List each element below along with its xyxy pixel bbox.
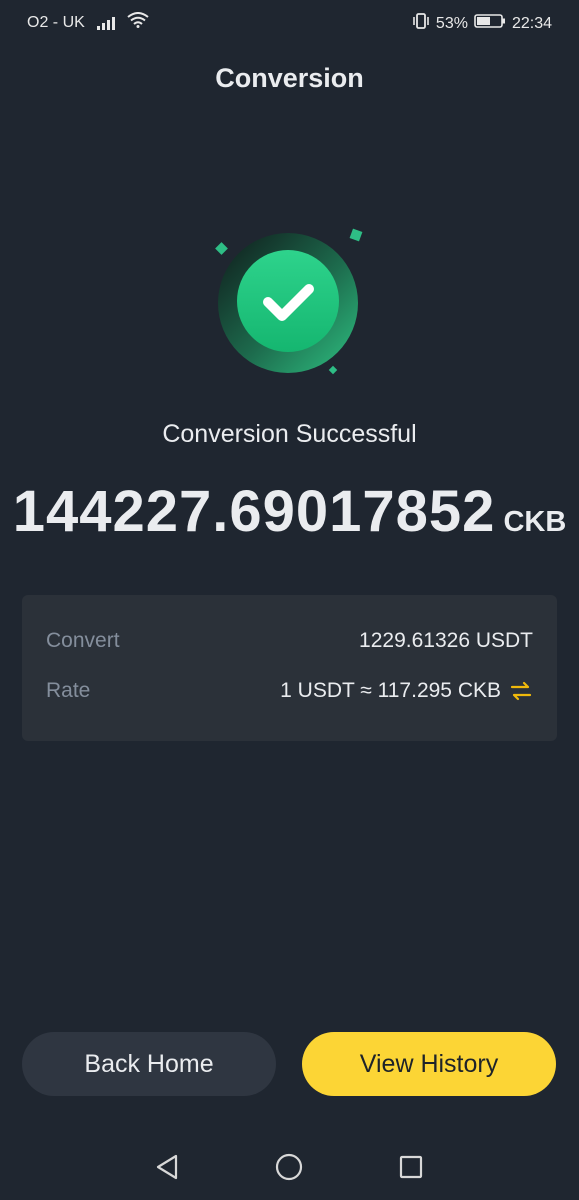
- rate-value: 1 USDT ≈ 117.295 CKB: [280, 679, 501, 702]
- converted-amount: 144227.69017852 CKB: [0, 478, 579, 545]
- vibrate-icon: [412, 12, 430, 35]
- back-home-button[interactable]: Back Home: [22, 1032, 276, 1096]
- convert-value: 1229.61326 USDT: [359, 629, 533, 652]
- clock: 22:34: [511, 14, 552, 32]
- swap-arrows-icon[interactable]: [509, 679, 533, 703]
- success-message: Conversion Successful: [162, 420, 417, 448]
- battery-icon: [474, 13, 506, 34]
- rate-row: Rate 1 USDT ≈ 117.295 CKB: [46, 679, 533, 703]
- system-nav-bar: [0, 1140, 579, 1196]
- circle-home-icon[interactable]: [274, 1152, 304, 1182]
- checkmark-circle-icon: [215, 228, 363, 375]
- conversion-details-card: Convert 1229.61326 USDT Rate 1 USDT ≈ 11…: [22, 595, 557, 741]
- page-title: Conversion: [215, 63, 364, 93]
- square-recent-icon[interactable]: [396, 1152, 426, 1182]
- amount-unit: CKB: [503, 506, 567, 538]
- status-left: O2 - UK: [27, 12, 149, 33]
- convert-row: Convert 1229.61326 USDT: [46, 629, 533, 653]
- success-graphic: [210, 225, 370, 385]
- status-bar: O2 - UK 53% 22:34: [0, 0, 579, 44]
- convert-label: Convert: [46, 629, 120, 652]
- battery-percent: 53%: [435, 14, 468, 32]
- carrier-label: O2 - UK: [27, 13, 85, 31]
- view-history-button[interactable]: View History: [302, 1032, 556, 1096]
- rate-label: Rate: [46, 679, 91, 702]
- wifi-icon: [127, 12, 149, 33]
- triangle-back-icon[interactable]: [152, 1152, 182, 1182]
- status-right: 53% 22:34: [412, 12, 552, 35]
- amount-value: 144227.69017852: [12, 479, 496, 544]
- signal-icon: [96, 16, 115, 30]
- rate-value-group: 1 USDT ≈ 117.295 CKB: [280, 679, 533, 703]
